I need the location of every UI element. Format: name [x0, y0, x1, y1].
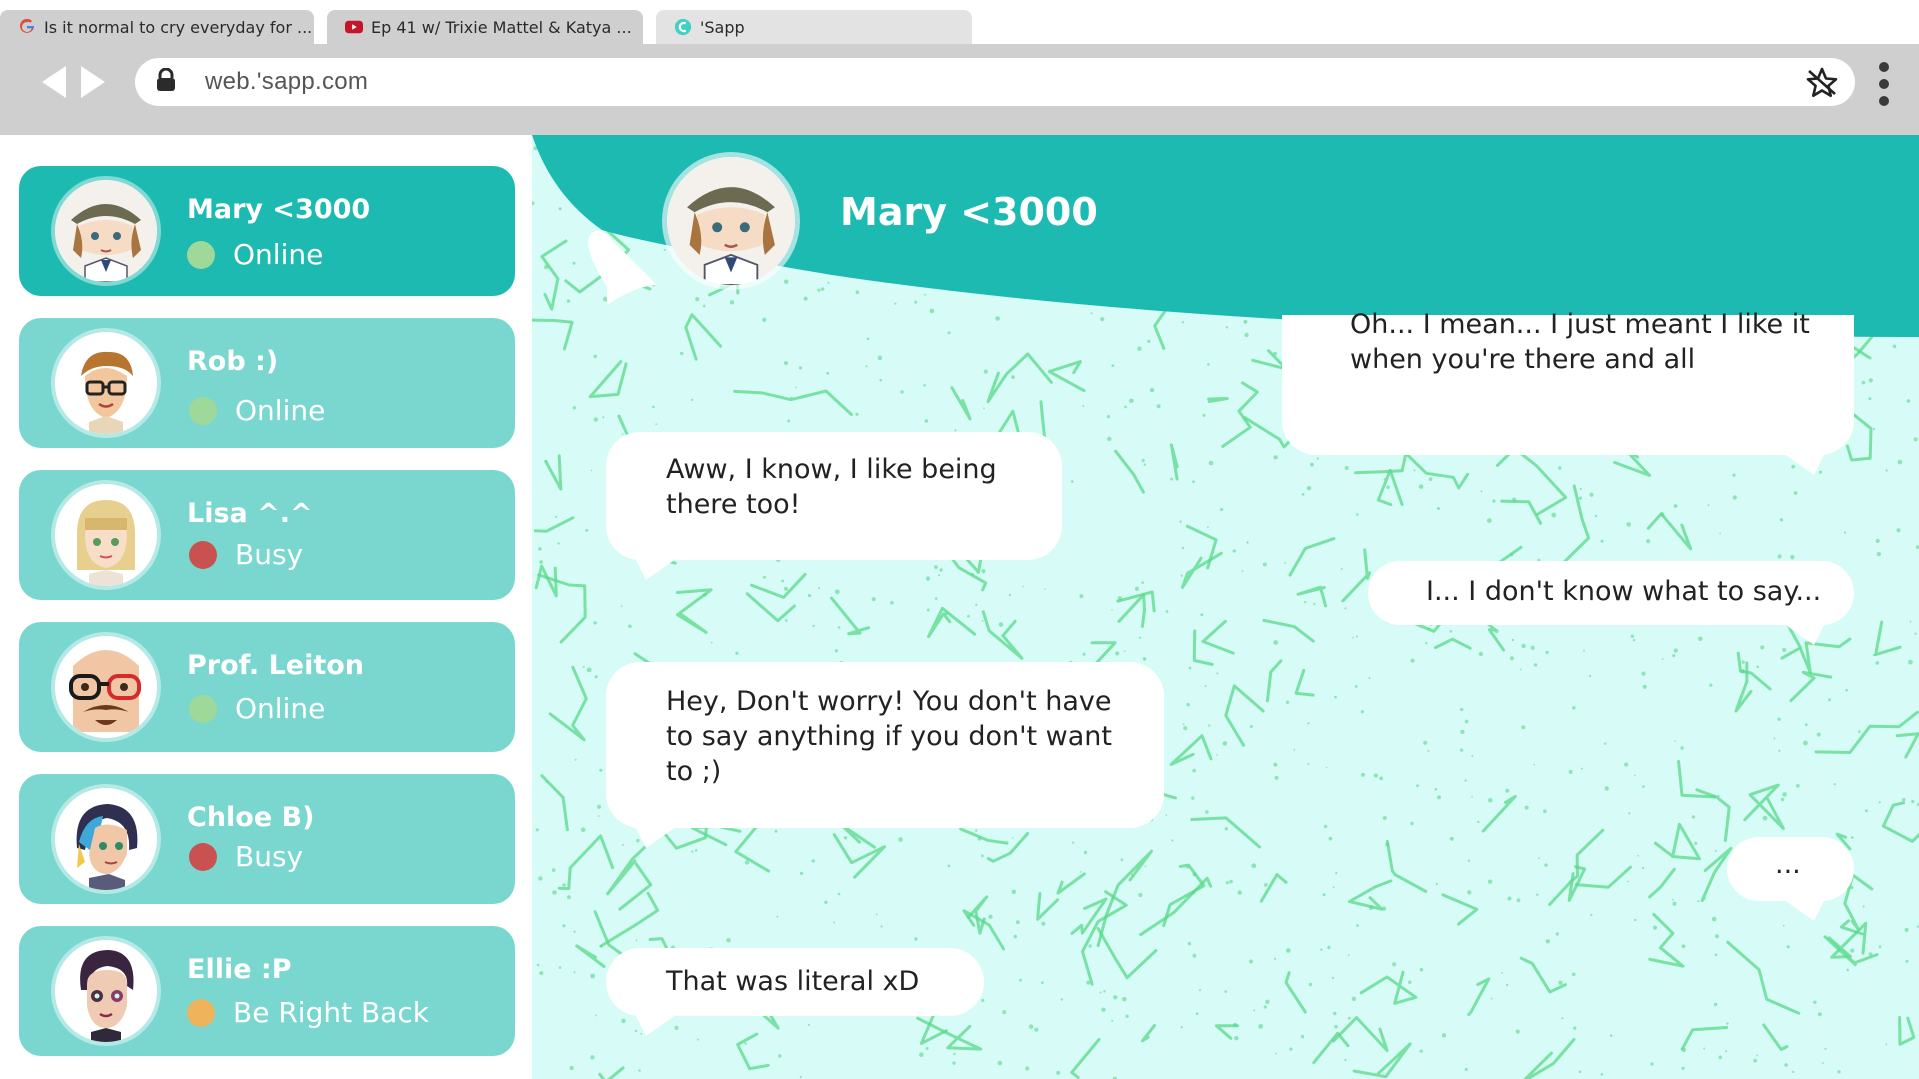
chat-avatar[interactable] [667, 157, 795, 285]
contact-name: Chloe B) [187, 802, 315, 833]
status-text: Online [233, 238, 324, 271]
contact-status: Online [187, 238, 323, 271]
contact-name: Mary <3000 [187, 194, 371, 225]
contact-name: Prof. Leiton [187, 650, 365, 681]
bubble-tail [634, 556, 680, 580]
status-dot-icon [187, 998, 215, 1027]
avatar [55, 332, 157, 434]
message-text: Aww, I know, I like being there too! [666, 454, 997, 520]
chat-title: Mary <3000 [840, 190, 1098, 234]
message-text: That was literal xD [666, 966, 920, 997]
message-text: Hey, Don't worry! You don't have to say … [666, 686, 1113, 787]
bubble-tail [1780, 897, 1826, 921]
tab-youtube-video[interactable]: Ep 41 w/ Trixie Mattel & Katya ... [327, 10, 643, 44]
lock-icon [155, 67, 177, 96]
bubble-tail [1780, 451, 1826, 475]
tab-label: Ep 41 w/ Trixie Mattel & Katya ... [371, 17, 632, 37]
contact-status: Online [189, 692, 325, 725]
contact-item-mary[interactable]: Mary <3000 Online [19, 166, 515, 296]
message-text: I... I don't know what to say... [1426, 576, 1822, 607]
avatar [55, 788, 157, 890]
address-bar[interactable]: web.'sapp.com [135, 58, 1855, 106]
status-text: Online [235, 394, 326, 427]
avatar [55, 484, 157, 586]
status-text: Be Right Back [233, 996, 429, 1029]
youtube-icon [345, 18, 363, 36]
contact-name: Ellie :P [187, 954, 292, 985]
message-bubble-right: I... I don't know what to say... [1368, 561, 1854, 645]
message-bubble-left: Hey, Don't worry! You don't have to say … [606, 662, 1164, 848]
status-dot-icon [187, 240, 215, 269]
status-text: Busy [235, 538, 304, 571]
bubble-tail [634, 824, 680, 848]
message-text: Oh... I mean... I just meant I like it w… [1350, 309, 1810, 375]
bubble-tail [1780, 621, 1826, 645]
contact-name: Rob :) [187, 346, 279, 377]
message-text: ... [1775, 849, 1801, 880]
contact-item-rob[interactable]: Rob :) Online [19, 318, 515, 448]
status-dot-icon [189, 540, 217, 569]
tab-label: 'Sapp [700, 17, 745, 37]
tab-sapp[interactable]: 'Sapp [656, 10, 972, 44]
avatar [55, 940, 157, 1042]
contact-item-ellie[interactable]: Ellie :P Be Right Back [19, 926, 515, 1056]
status-dot-icon [189, 842, 217, 871]
contact-status: Busy [189, 840, 303, 873]
contact-name: Lisa ^.^ [187, 498, 313, 529]
avatar [55, 636, 157, 738]
bookmark-star-icon[interactable] [1805, 67, 1839, 101]
back-arrow-icon[interactable] [42, 66, 66, 98]
contact-item-lisa[interactable]: Lisa ^.^ Busy [19, 470, 515, 600]
contact-item-prof-leiton[interactable]: Prof. Leiton Online [19, 622, 515, 752]
tab-label: Is it normal to cry everyday for ... [44, 17, 313, 37]
contact-status: Busy [189, 538, 303, 571]
contact-status: Be Right Back [187, 996, 429, 1029]
status-text: Online [235, 692, 326, 725]
sapp-icon [674, 18, 692, 36]
message-bubble-right: ... [1727, 837, 1854, 921]
message-bubble-left: Aww, I know, I like being there too! [606, 432, 1062, 580]
google-icon [18, 18, 36, 36]
status-dot-icon [189, 694, 217, 723]
contact-item-chloe[interactable]: Chloe B) Busy [19, 774, 515, 904]
message-bubble-right: Oh... I mean... I just meant I like it w… [1282, 309, 1854, 475]
status-dot-icon [189, 396, 217, 425]
bubble-tail [634, 1012, 680, 1036]
forward-arrow-icon[interactable] [81, 66, 105, 98]
avatar [55, 180, 157, 282]
message-bubble-left: That was literal xD [606, 948, 984, 1036]
chat-panel: Mary <3000 Oh... I mean... I just meant … [532, 135, 1919, 1079]
contact-list: Mary <3000 Online Rob :) Online Lisa ^.^… [0, 135, 532, 1079]
contact-status: Online [189, 394, 325, 427]
status-text: Busy [235, 840, 304, 873]
kebab-menu-icon[interactable] [1878, 62, 1890, 106]
url-text[interactable]: web.'sapp.com [205, 68, 368, 96]
tab-google-search[interactable]: Is it normal to cry everyday for ... [0, 10, 314, 44]
tab-bar: Is it normal to cry everyday for ... Ep … [0, 0, 1919, 44]
